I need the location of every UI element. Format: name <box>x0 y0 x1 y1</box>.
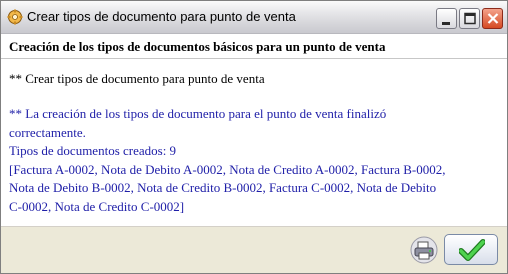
dialog-footer <box>1 226 507 273</box>
result-line: correctamente. <box>9 124 86 140</box>
maximize-icon <box>464 12 476 25</box>
result-line: Nota de Debito B-0002, Nota de Credito B… <box>9 180 437 195</box>
app-icon <box>7 9 23 25</box>
maximize-button[interactable] <box>459 8 480 29</box>
title-bar[interactable]: Crear tipos de documento para punto de v… <box>1 1 507 34</box>
result-line: [Factura A-0002, Nota de Debito A-0002, … <box>9 161 446 177</box>
process-heading: Creación de los tipos de documentos bási… <box>9 39 386 54</box>
message-panel: Creación de los tipos de documentos bási… <box>1 34 507 226</box>
ok-button[interactable] <box>444 234 498 265</box>
minimize-icon <box>442 22 450 25</box>
heading-divider <box>1 58 507 59</box>
process-status-line: ** Crear tipos de documento para punto d… <box>9 71 265 86</box>
checkmark-icon <box>459 239 485 261</box>
result-line: C-0002, Nota de Credito C-0002] <box>9 198 185 214</box>
printer-icon[interactable] <box>410 236 438 264</box>
close-button[interactable] <box>482 8 503 29</box>
close-icon <box>487 13 499 24</box>
window-title: Crear tipos de documento para punto de v… <box>27 9 296 24</box>
process-result-text: ** La creación de los tipos de documento… <box>9 105 499 216</box>
result-line: Tipos de documentos creados: 9 <box>9 143 177 158</box>
minimize-button[interactable] <box>436 8 457 29</box>
dialog-window: Crear tipos de documento para punto de v… <box>0 0 508 274</box>
result-line: ** La creación de los tipos de documento… <box>9 106 387 121</box>
